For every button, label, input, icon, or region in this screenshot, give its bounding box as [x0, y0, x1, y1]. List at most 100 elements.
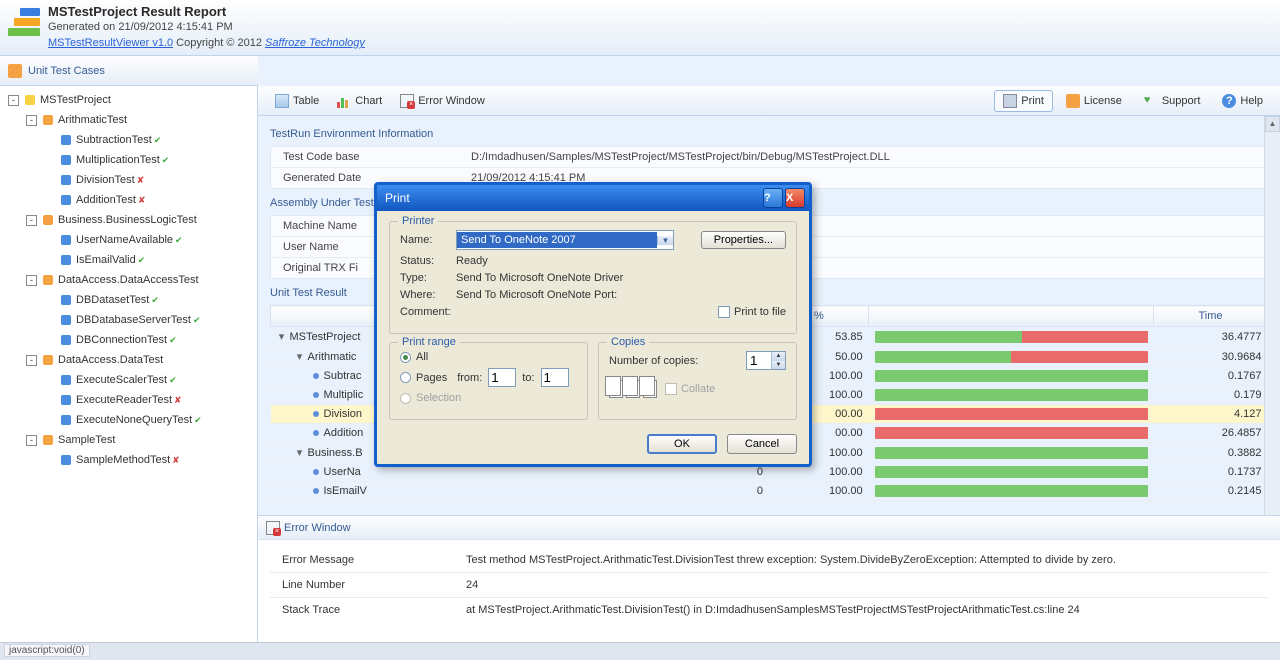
bullet-icon [313, 373, 319, 379]
progress-bar [875, 466, 1148, 478]
bullet-icon [313, 469, 319, 475]
bullet-icon [313, 392, 319, 398]
ok-button[interactable]: OK [647, 434, 717, 454]
dialog-titlebar[interactable]: Print ? X [377, 185, 809, 211]
tree-node[interactable]: ExecuteReaderTest✘ [0, 390, 257, 410]
range-to-input[interactable] [541, 368, 569, 387]
tree-toggle-icon[interactable]: - [26, 435, 37, 446]
pass-icon: ✔ [151, 291, 159, 309]
expand-icon[interactable]: ▾ [295, 446, 305, 459]
tree-node[interactable]: SubtractionTest✔ [0, 130, 257, 150]
tree-node[interactable]: -ArithmaticTest [0, 110, 257, 130]
dialog-close-button[interactable]: X [785, 188, 805, 208]
tree-node[interactable]: IsEmailValid✔ [0, 250, 257, 270]
test-icon [59, 333, 73, 347]
test-icon [59, 313, 73, 327]
progress-bar [875, 331, 1148, 343]
tree-node[interactable]: SampleMethodTest✘ [0, 450, 257, 470]
error-window-tab[interactable]: ×Error Window [391, 90, 494, 112]
collate-checkbox: Collate [665, 383, 715, 395]
printer-name-select[interactable]: Send To OneNote 2007 ▼ [456, 230, 674, 250]
tree-toggle-icon[interactable]: - [26, 275, 37, 286]
printer-fieldset: Printer Name: Send To OneNote 2007 ▼ Pro… [389, 221, 797, 334]
chevron-down-icon[interactable]: ▼ [657, 236, 673, 245]
print-dialog: Print ? X Printer Name: Send To OneNote … [374, 182, 812, 467]
class-icon [41, 213, 55, 227]
tree-node[interactable]: -MSTestProject [0, 90, 257, 110]
error-panel-title: Error Window [284, 522, 351, 534]
test-icon [59, 413, 73, 427]
tree-node[interactable]: MultiplicationTest✔ [0, 150, 257, 170]
tree-toggle-icon[interactable]: - [26, 355, 37, 366]
expand-icon[interactable]: ▾ [277, 330, 287, 343]
tree-node[interactable]: DivisionTest✘ [0, 170, 257, 190]
tree-node[interactable]: UserNameAvailable✔ [0, 230, 257, 250]
error-window-icon: × [400, 94, 414, 108]
error-window-icon: × [266, 521, 280, 535]
scroll-up-icon[interactable]: ▲ [1265, 116, 1280, 132]
progress-bar [875, 389, 1148, 401]
spinner-up-icon[interactable]: ▲ [771, 352, 785, 361]
tree-node[interactable]: DBDatabaseServerTest✔ [0, 310, 257, 330]
tree-toggle-icon[interactable]: - [8, 95, 19, 106]
tree-toggle-icon[interactable]: - [26, 115, 37, 126]
tree-node[interactable]: ExecuteScalerTest✔ [0, 370, 257, 390]
support-button[interactable]: ♥Support [1135, 90, 1210, 112]
test-icon [59, 393, 73, 407]
table-row[interactable]: IsEmailV0100.000.2145 [271, 482, 1268, 501]
test-icon [59, 373, 73, 387]
fail-icon: ✘ [137, 171, 145, 189]
license-icon [1066, 94, 1080, 108]
dialog-help-button[interactable]: ? [763, 188, 783, 208]
properties-button[interactable]: Properties... [701, 231, 786, 249]
pass-icon: ✔ [154, 131, 162, 149]
pass-icon: ✔ [169, 331, 177, 349]
support-icon: ♥ [1144, 94, 1158, 108]
tree-node[interactable]: -Business.BusinessLogicTest [0, 210, 257, 230]
bullet-icon [313, 488, 319, 494]
progress-bar [875, 408, 1148, 420]
help-button[interactable]: ?Help [1213, 90, 1272, 112]
tree-node[interactable]: DBConnectionTest✔ [0, 330, 257, 350]
chart-icon [337, 94, 351, 108]
tree-toolbar: Unit Test Cases [0, 56, 258, 86]
tree-toggle-icon[interactable]: - [26, 215, 37, 226]
progress-bar [875, 427, 1148, 439]
expand-icon[interactable]: ▾ [295, 350, 305, 363]
tree-node[interactable]: ExecuteNoneQueryTest✔ [0, 410, 257, 430]
table-tab[interactable]: Table [266, 90, 328, 112]
range-from-input[interactable] [488, 368, 516, 387]
pass-icon: ✔ [169, 371, 177, 389]
app-logo-icon [8, 8, 40, 40]
bullet-icon [313, 411, 319, 417]
license-button[interactable]: License [1057, 90, 1131, 112]
root-icon [23, 93, 37, 107]
tree-node[interactable]: -DataAccess.DataTest [0, 350, 257, 370]
test-icon [59, 253, 73, 267]
fail-icon: ✘ [174, 391, 182, 409]
chart-tab[interactable]: Chart [328, 90, 391, 112]
range-all-radio[interactable]: All [400, 351, 428, 363]
pass-icon: ✔ [194, 411, 202, 429]
range-pages-radio[interactable]: Pages [400, 372, 447, 384]
viewer-link[interactable]: MSTestResultViewer v1.0 [48, 37, 173, 49]
close-icon: X [786, 192, 804, 204]
col-time[interactable]: Time [1154, 306, 1268, 327]
tree-node[interactable]: DBDatasetTest✔ [0, 290, 257, 310]
tree-node[interactable]: -DataAccess.DataAccessTest [0, 270, 257, 290]
tree-node[interactable]: AdditionTest✘ [0, 190, 257, 210]
spinner-down-icon[interactable]: ▼ [771, 361, 785, 370]
print-button[interactable]: Print [994, 90, 1053, 112]
table-icon [275, 94, 289, 108]
print-to-file-checkbox[interactable]: Print to file [718, 306, 786, 318]
pass-icon: ✔ [138, 251, 146, 269]
tree-panel[interactable]: -MSTestProject-ArithmaticTestSubtraction… [0, 86, 258, 646]
tree-node[interactable]: -SampleTest [0, 430, 257, 450]
copies-spinner[interactable]: ▲▼ [746, 351, 786, 370]
company-link[interactable]: Saffroze Technology [265, 37, 365, 49]
cancel-button[interactable]: Cancel [727, 434, 797, 454]
pass-icon: ✔ [162, 151, 170, 169]
print-icon [1003, 94, 1017, 108]
pass-icon: ✔ [175, 231, 183, 249]
tree-panel-title: Unit Test Cases [28, 65, 105, 77]
